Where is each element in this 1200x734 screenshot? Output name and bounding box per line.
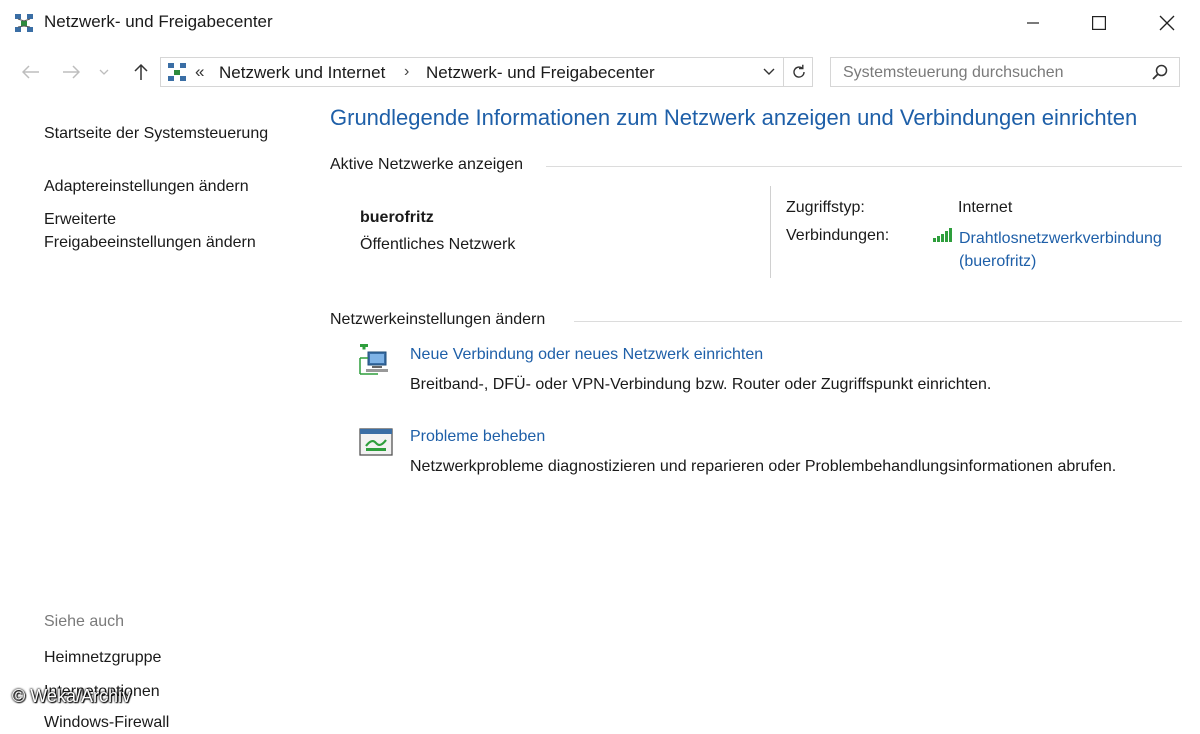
up-button[interactable]	[126, 58, 156, 86]
network-settings-heading: Netzwerkeinstellungen ändern	[330, 311, 546, 328]
watermark: © Weka/Archiv	[12, 686, 131, 706]
page-title: Grundlegende Informationen zum Netzwerk …	[330, 105, 1138, 130]
back-button[interactable]	[16, 58, 46, 86]
wifi-signal-icon	[933, 228, 953, 242]
network-center-icon	[14, 13, 34, 33]
sidebar-advanced-line2: Freigabeeinstellungen ändern	[44, 234, 256, 251]
troubleshoot-description: Netzwerkprobleme diagnostizieren und rep…	[410, 458, 1117, 475]
breadcrumb-network-center[interactable]: Netzwerk- und Freigabecenter	[426, 63, 655, 83]
maximize-icon	[1092, 16, 1106, 30]
address-bar[interactable]: « Netzwerk und Internet › Netzwerk- und …	[160, 57, 813, 87]
divider	[574, 321, 1182, 322]
sidebar-advanced-line1: Erweiterte	[44, 211, 117, 228]
sidebar-advanced-sharing-link[interactable]: Erweiterte Freigabeeinstellungen ändern	[44, 208, 304, 254]
arrow-left-icon	[22, 65, 39, 79]
troubleshoot-icon	[358, 426, 394, 460]
chevron-down-icon	[99, 69, 109, 75]
chevron-down-icon	[763, 68, 775, 75]
breadcrumb-separator[interactable]: ›	[404, 63, 409, 81]
access-type-value: Internet	[958, 199, 1013, 216]
search-box[interactable]	[830, 57, 1180, 87]
refresh-button[interactable]	[783, 58, 814, 86]
window-title: Netzwerk- und Freigabecenter	[44, 12, 273, 31]
refresh-icon	[793, 64, 805, 78]
sidebar-adapter-settings-link[interactable]: Adaptereinstellungen ändern	[44, 175, 304, 198]
connections-label: Verbindungen:	[786, 227, 890, 244]
network-type: Öffentliches Netzwerk	[360, 236, 516, 253]
connection-link-line1: Drahtlosnetzwerkverbindung	[959, 230, 1162, 247]
sidebar-home-link[interactable]: Startseite der Systemsteuerung	[44, 122, 304, 145]
vertical-divider	[770, 186, 771, 278]
divider	[546, 166, 1182, 167]
arrow-up-icon	[134, 63, 148, 80]
troubleshoot-link[interactable]: Probleme beheben	[410, 428, 545, 446]
maximize-button[interactable]	[1066, 0, 1132, 46]
see-also-heading: Siehe auch	[44, 613, 125, 630]
see-also-homegroup-link[interactable]: Heimnetzgruppe	[44, 646, 304, 669]
new-connection-link[interactable]: Neue Verbindung oder neues Netzwerk einr…	[410, 346, 763, 364]
arrow-right-icon	[63, 65, 80, 79]
new-connection-icon	[358, 341, 394, 378]
active-networks-heading: Aktive Netzwerke anzeigen	[330, 156, 523, 173]
see-also-firewall-link[interactable]: Windows-Firewall	[44, 711, 304, 734]
connection-link-line2: (buerofritz)	[959, 253, 1037, 270]
breadcrumb-network-internet[interactable]: Netzwerk und Internet	[219, 63, 385, 83]
breadcrumb-overflow[interactable]: «	[195, 62, 204, 82]
new-connection-description: Breitband-, DFÜ- oder VPN-Verbindung bzw…	[410, 376, 992, 393]
close-button[interactable]	[1134, 0, 1200, 46]
search-input[interactable]	[841, 61, 1145, 85]
minimize-button[interactable]	[1000, 0, 1066, 46]
address-dropdown-button[interactable]	[759, 62, 779, 82]
close-icon	[1159, 15, 1175, 31]
forward-button[interactable]	[56, 58, 86, 86]
minimize-icon	[1027, 22, 1039, 24]
wireless-connection-link[interactable]: Drahtlosnetzwerkverbindung (buerofritz)	[959, 227, 1189, 273]
search-icon[interactable]	[1151, 63, 1169, 81]
recent-locations-button[interactable]	[94, 58, 114, 86]
network-name: buerofritz	[360, 209, 434, 226]
title-bar: Netzwerk- und Freigabecenter	[0, 0, 1200, 46]
network-center-icon	[167, 62, 187, 82]
access-type-label: Zugriffstyp:	[786, 199, 865, 216]
